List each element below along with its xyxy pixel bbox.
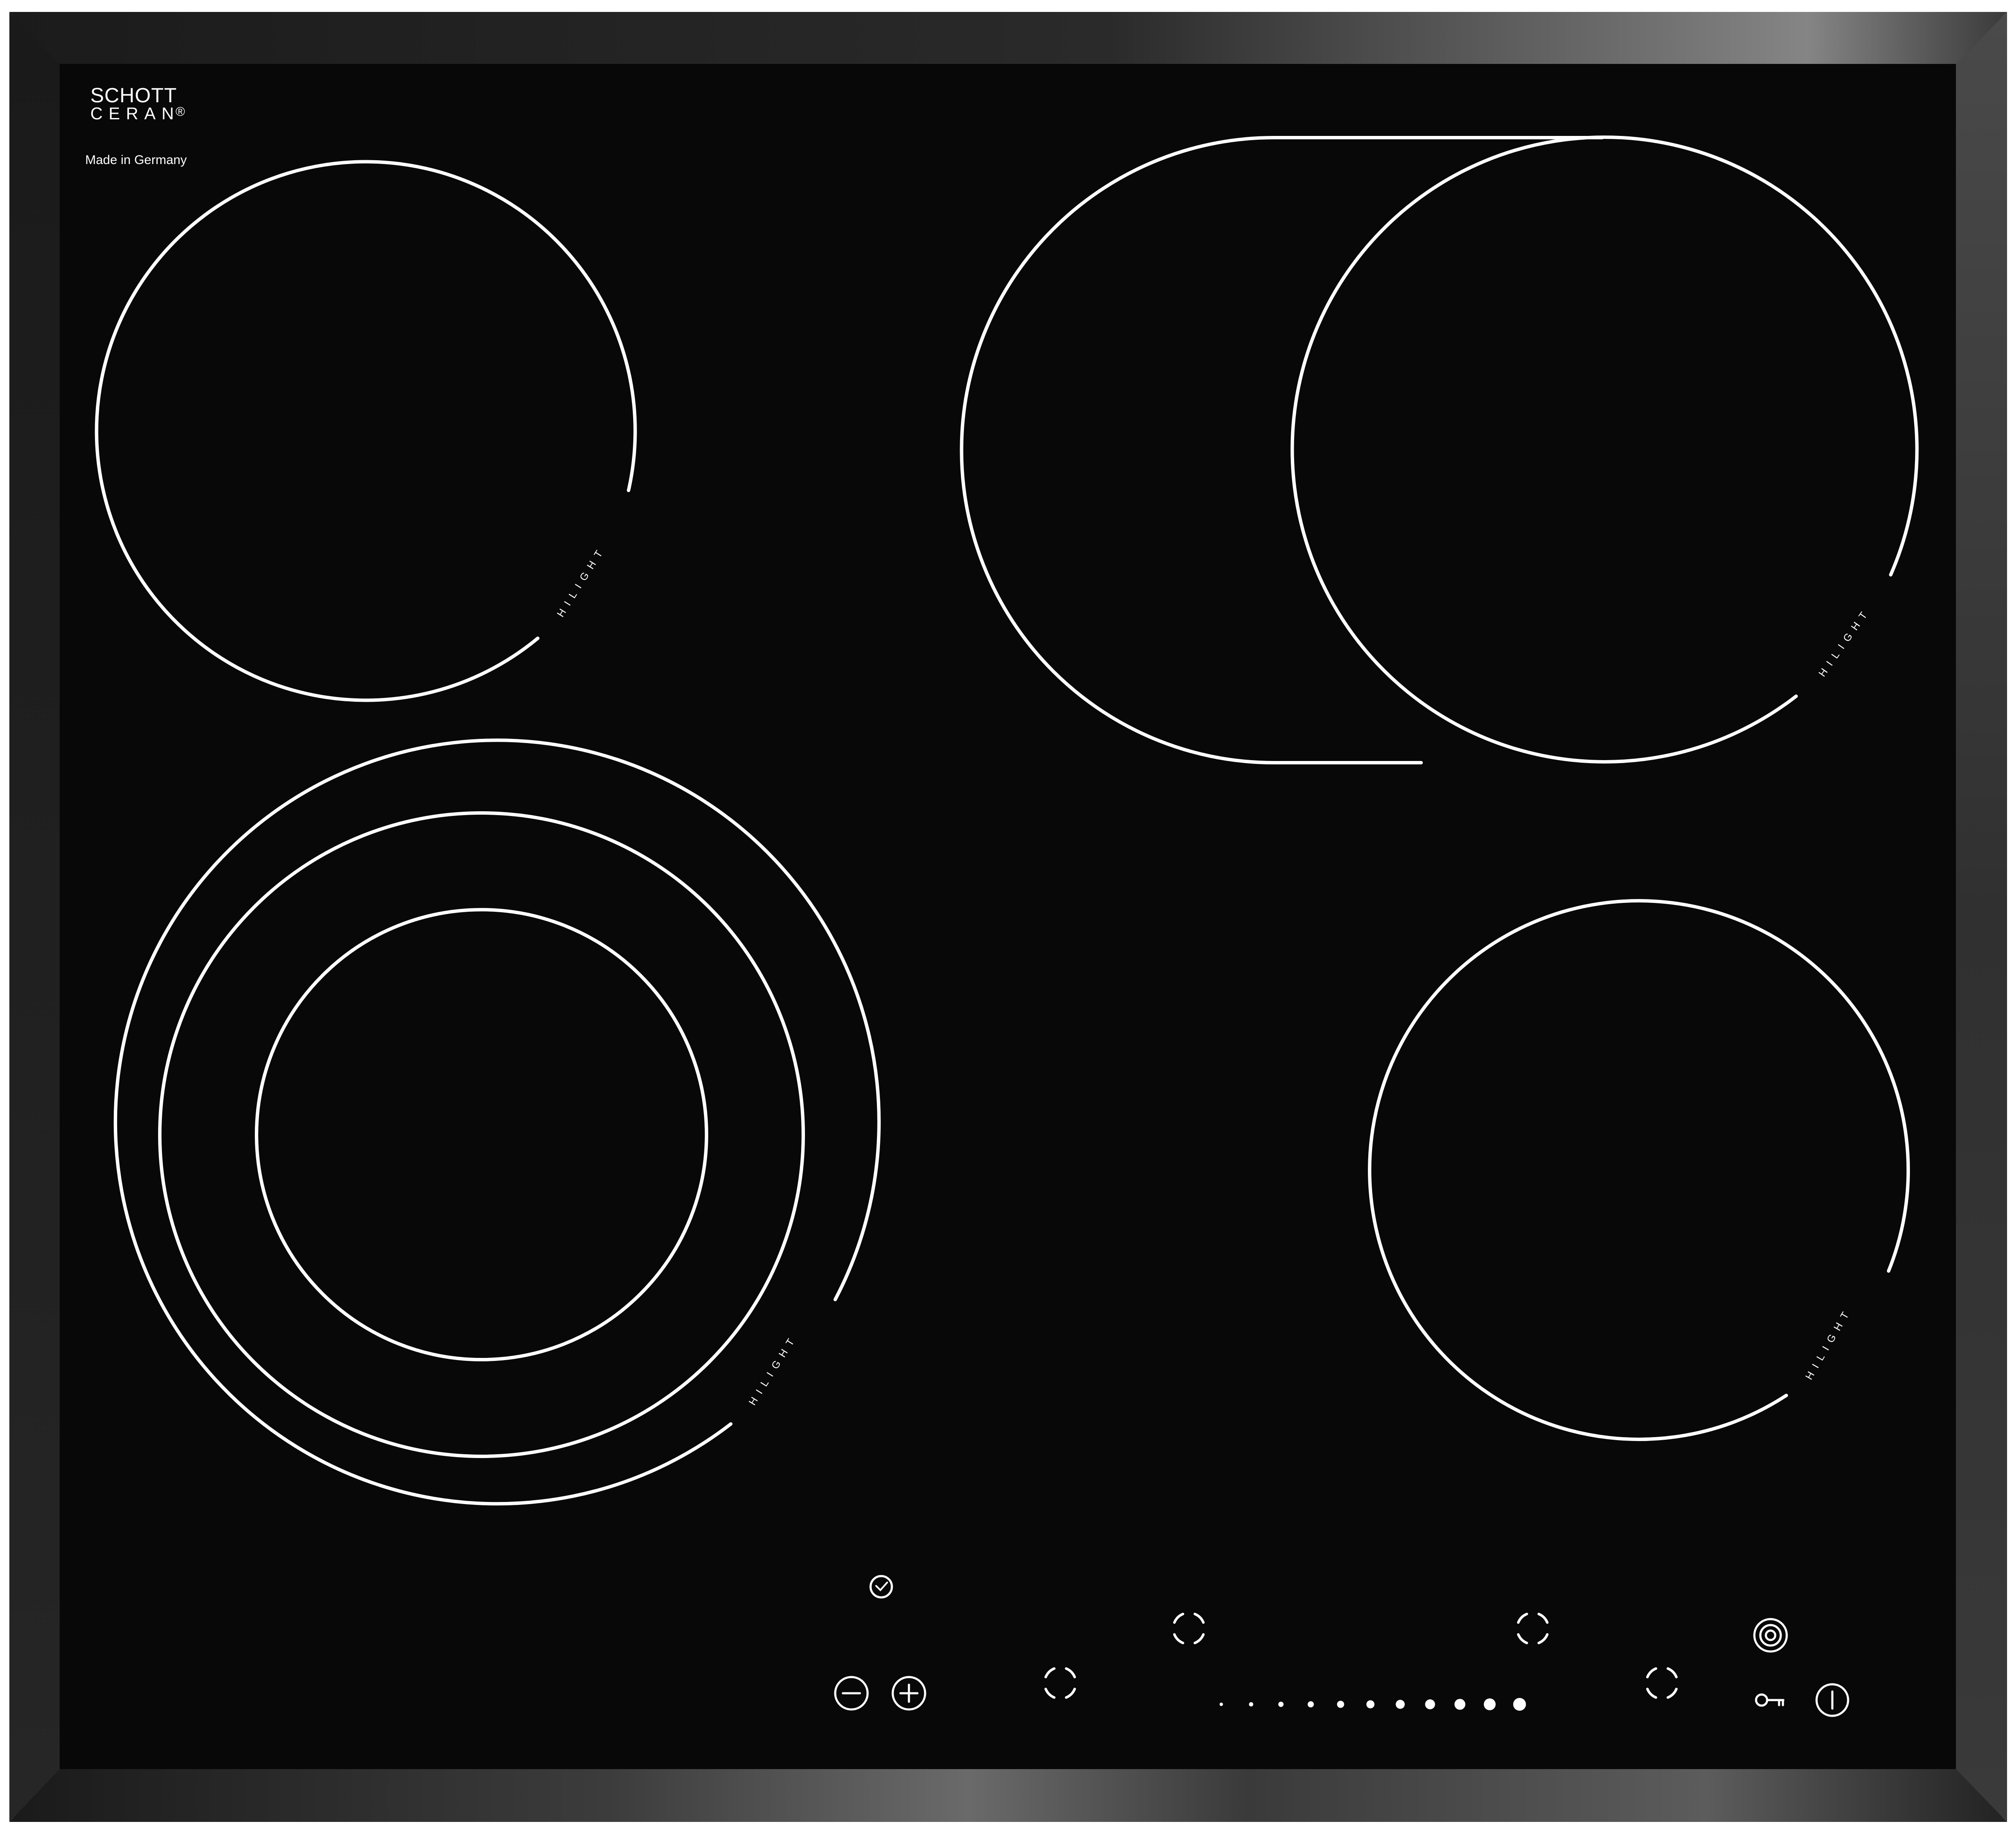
brand-logo: SCHOTT CERAN ® — [90, 84, 185, 123]
frame-right-bevel — [1956, 12, 2007, 1822]
power-level-dot[interactable] — [1249, 1702, 1254, 1707]
power-level-dot[interactable] — [1366, 1700, 1375, 1709]
power-level-dot[interactable] — [1454, 1699, 1465, 1710]
power-level-dot[interactable] — [1337, 1700, 1344, 1708]
brand-name: SCHOTT — [90, 84, 177, 107]
ceramic-glass — [60, 64, 1956, 1769]
frame-left-bevel — [9, 12, 60, 1822]
power-level-dot[interactable] — [1220, 1703, 1223, 1706]
made-in-label: Made in Germany — [85, 153, 187, 167]
frame-top-bevel — [9, 12, 2007, 64]
power-level-dot[interactable] — [1425, 1699, 1435, 1709]
power-level-dot[interactable] — [1484, 1698, 1496, 1710]
registered-mark: ® — [176, 105, 185, 119]
cooktop-surface: SCHOTT CERAN ® Made in Germany HILIGHT H… — [9, 12, 2007, 1822]
brand-product-line: CERAN — [90, 104, 180, 123]
frame-bottom-bevel — [9, 1769, 2007, 1822]
power-level-dot[interactable] — [1513, 1698, 1526, 1711]
power-level-dot[interactable] — [1396, 1700, 1405, 1709]
power-level-dot[interactable] — [1278, 1701, 1284, 1707]
power-level-dot[interactable] — [1307, 1701, 1314, 1708]
